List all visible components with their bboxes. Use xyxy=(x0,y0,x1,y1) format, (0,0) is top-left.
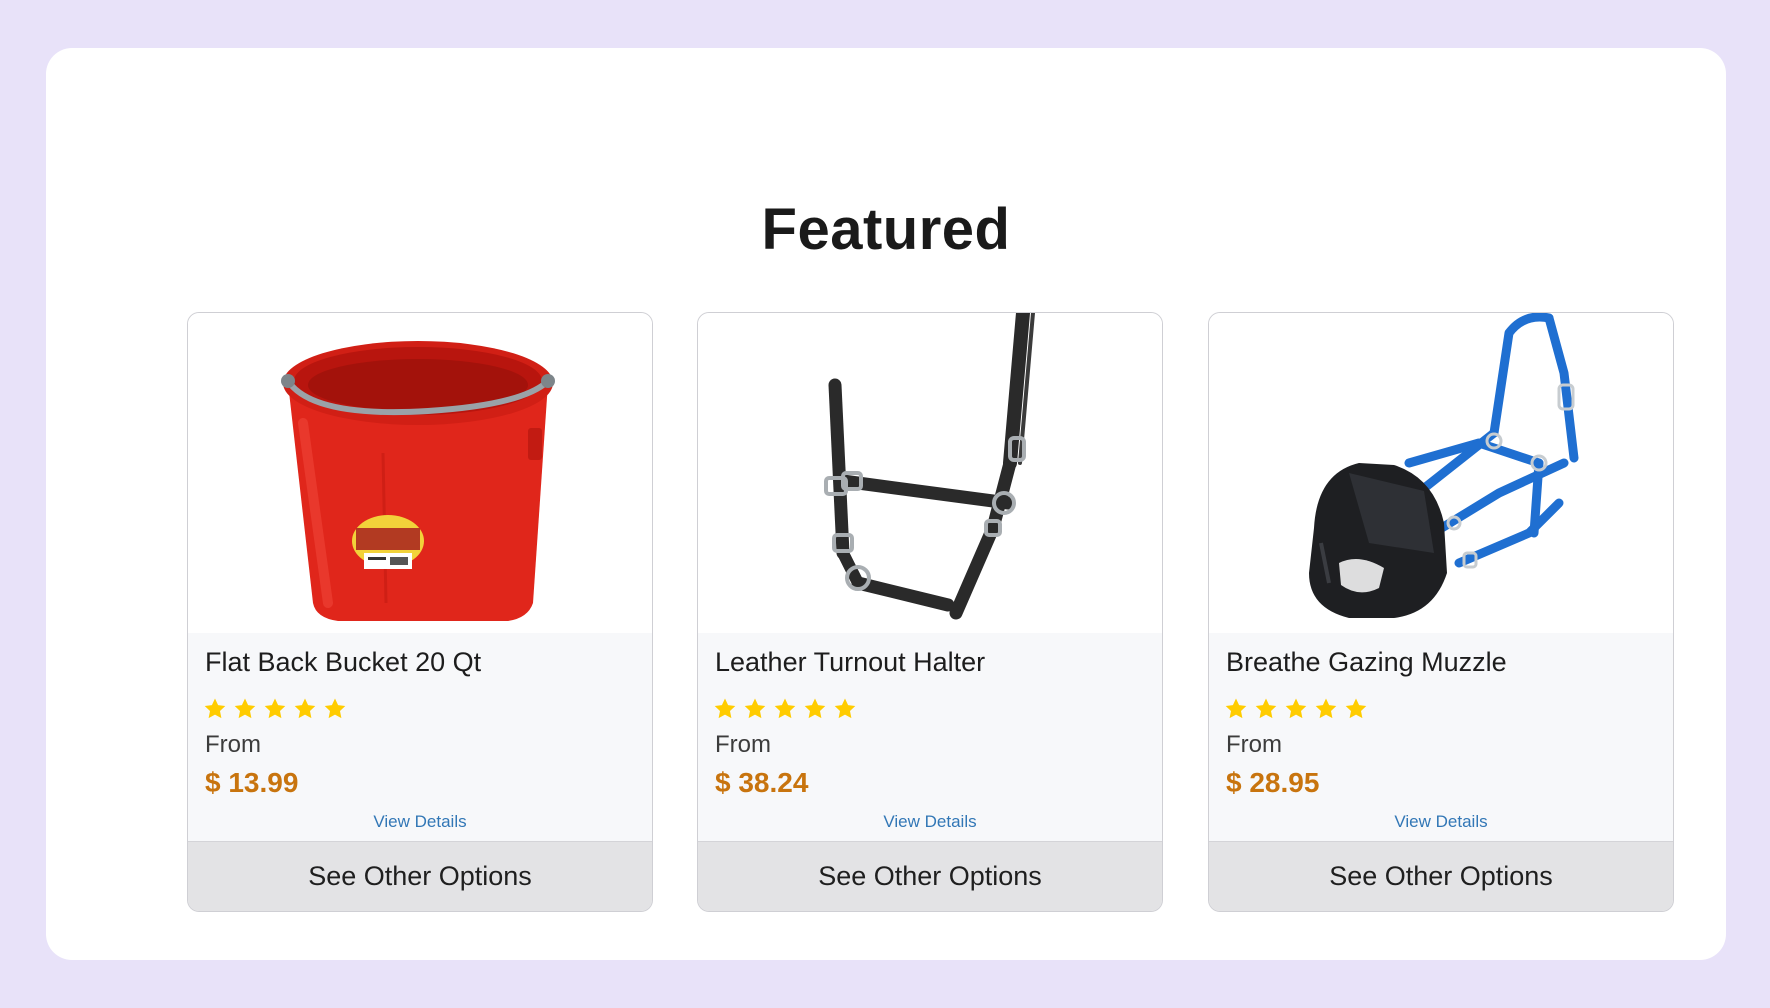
see-other-options-button[interactable]: See Other Options xyxy=(698,841,1162,911)
product-price: $ 13.99 xyxy=(205,767,299,798)
product-name[interactable]: Breathe Gazing Muzzle xyxy=(1226,647,1507,678)
rating-stars xyxy=(203,697,347,729)
star-icon xyxy=(1344,697,1368,721)
blue-muzzle-halter-image xyxy=(1309,313,1579,618)
star-icon xyxy=(1314,697,1338,721)
product-name[interactable]: Leather Turnout Halter xyxy=(715,647,985,678)
star-icon xyxy=(263,697,287,721)
star-icon xyxy=(1254,697,1278,721)
from-label: From xyxy=(1226,731,1282,758)
star-icon xyxy=(1284,697,1308,721)
view-details-link[interactable]: View Details xyxy=(1209,812,1673,832)
rating-stars xyxy=(713,697,857,729)
product-card-muzzle[interactable]: Breathe Gazing Muzzle From $ 28.95 View … xyxy=(1208,312,1674,912)
star-icon xyxy=(233,697,257,721)
star-icon xyxy=(713,697,737,721)
red-bucket-image xyxy=(281,341,555,621)
star-icon xyxy=(203,697,227,721)
see-other-options-button[interactable]: See Other Options xyxy=(1209,841,1673,911)
product-card-bucket[interactable]: Flat Back Bucket 20 Qt From $ 13.99 View… xyxy=(187,312,653,912)
product-image-halter[interactable] xyxy=(698,313,1162,633)
featured-panel: Featured Flat Back Bucket 20 Qt From $ 1… xyxy=(46,48,1726,960)
product-price: $ 38.24 xyxy=(715,767,809,798)
section-title: Featured xyxy=(761,197,1011,262)
product-card-halter[interactable]: Leather Turnout Halter From $ 38.24 View… xyxy=(697,312,1163,912)
star-icon xyxy=(743,697,767,721)
see-other-options-button[interactable]: See Other Options xyxy=(188,841,652,911)
product-name[interactable]: Flat Back Bucket 20 Qt xyxy=(205,647,481,678)
view-details-link[interactable]: View Details xyxy=(698,812,1162,832)
star-icon xyxy=(803,697,827,721)
from-label: From xyxy=(715,731,771,758)
star-icon xyxy=(833,697,857,721)
star-icon xyxy=(323,697,347,721)
from-label: From xyxy=(205,731,261,758)
star-icon xyxy=(1224,697,1248,721)
star-icon xyxy=(293,697,317,721)
view-details-link[interactable]: View Details xyxy=(188,812,652,832)
star-icon xyxy=(773,697,797,721)
product-image-bucket[interactable] xyxy=(188,313,652,633)
leather-halter-image xyxy=(824,313,1035,620)
product-image-muzzle[interactable] xyxy=(1209,313,1673,633)
product-price: $ 28.95 xyxy=(1226,767,1320,798)
rating-stars xyxy=(1224,697,1368,729)
